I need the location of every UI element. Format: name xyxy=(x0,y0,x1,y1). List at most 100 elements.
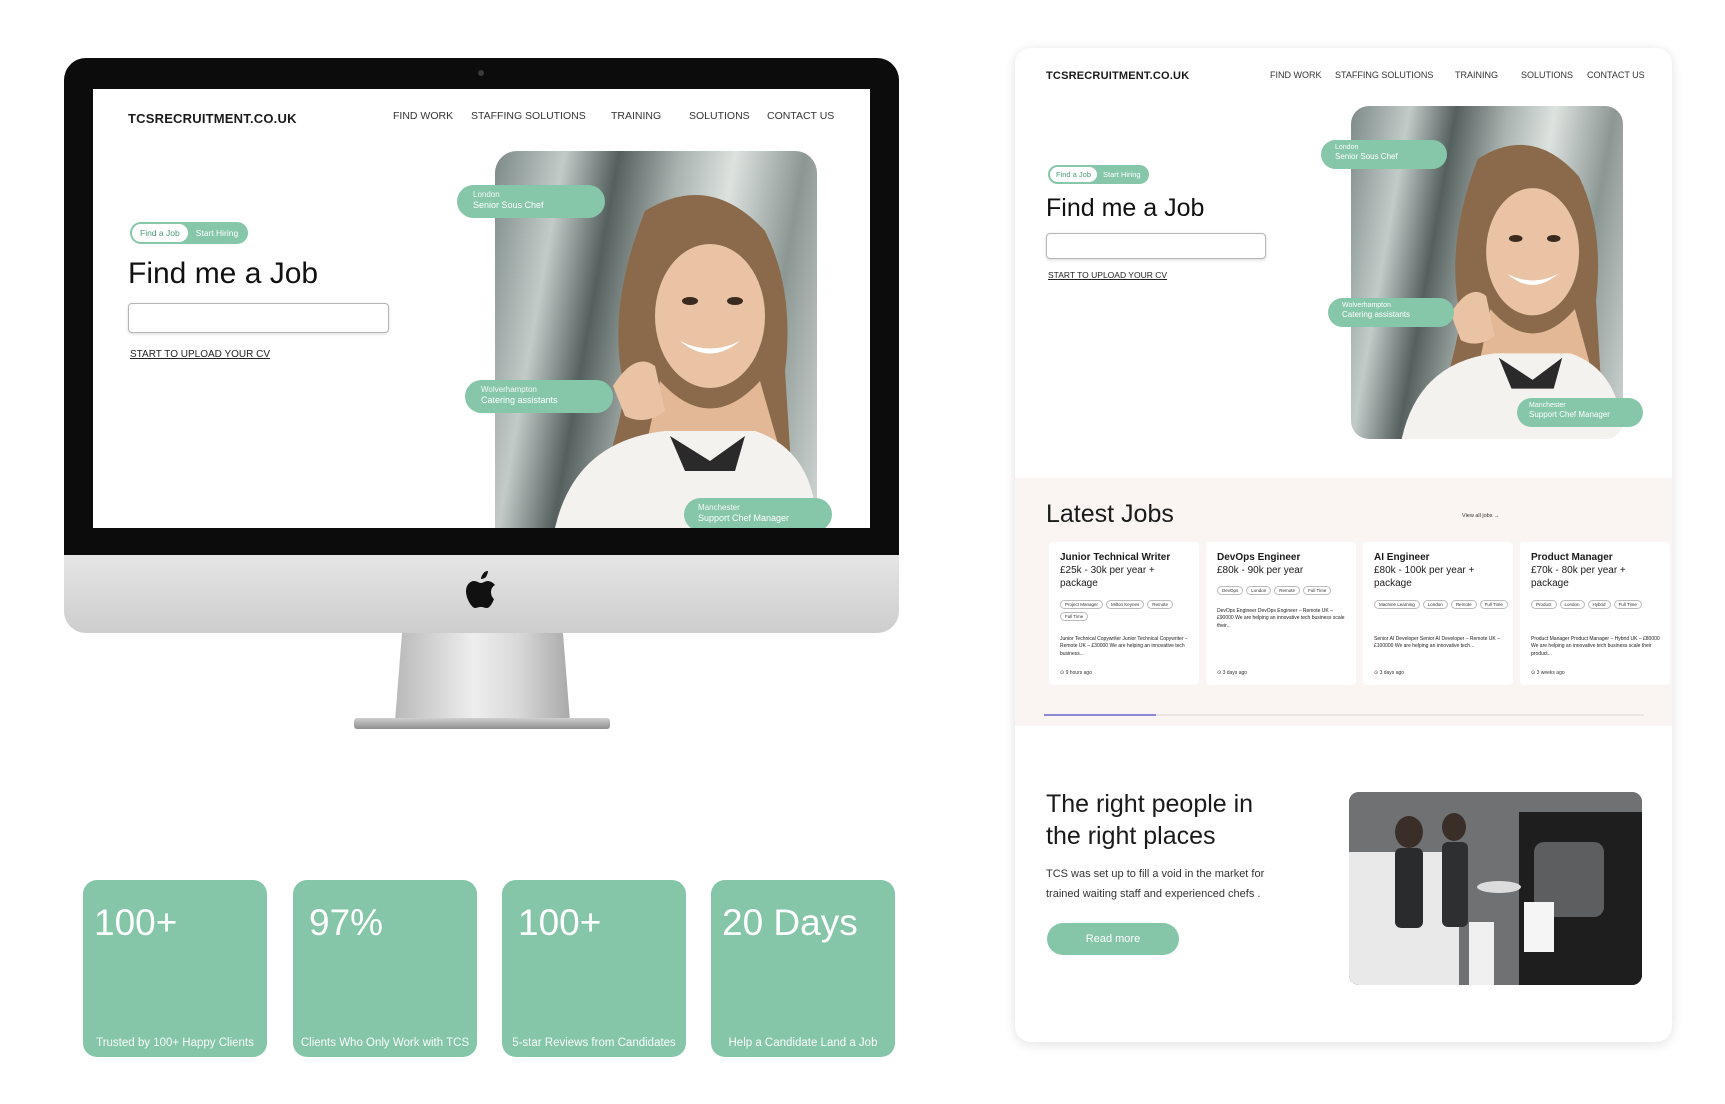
stat-caption: Trusted by 100+ Happy Clients xyxy=(96,1037,254,1049)
tag-wolverhampton[interactable]: Wolverhampton Catering assistants xyxy=(465,380,613,413)
tag-location: Wolverhampton xyxy=(1342,302,1391,309)
nav-staffing-solutions[interactable]: STAFFING SOLUTIONS xyxy=(471,110,611,122)
stat-value: 100+ xyxy=(518,902,602,943)
homepage-preview: TCSRECRUITMENT.CO.UK FIND WORK STAFFING … xyxy=(1015,48,1672,1042)
job-posted-time: ⊙ 3 days ago xyxy=(1374,670,1405,676)
waiters-photo xyxy=(1349,792,1642,985)
imac-screen: TCSRECRUITMENT.CO.UK FIND WORK STAFFING … xyxy=(93,89,870,528)
hero-title: Find me a Job xyxy=(128,257,319,290)
upload-cv-link[interactable]: START TO UPLOAD YOUR CV xyxy=(1048,270,1167,280)
job-card[interactable]: Junior Technical Writer £25k - 30k per y… xyxy=(1049,542,1199,685)
job-card[interactable]: Product Manager £70k - 80k per year + pa… xyxy=(1520,542,1670,685)
job-tags: Product London Hybrid Full Time xyxy=(1531,600,1666,609)
job-tag-chip: London xyxy=(1559,600,1585,609)
tag-role: Support Chef Manager xyxy=(1529,410,1610,420)
upload-cv-link[interactable]: START TO UPLOAD YOUR CV xyxy=(130,349,270,360)
tag-london[interactable]: London Senior Sous Chef xyxy=(1321,140,1447,169)
stat-card: 97% Clients Who Only Work with TCS xyxy=(293,880,477,1057)
jobs-carousel-progress[interactable] xyxy=(1044,714,1156,716)
stat-value: 97% xyxy=(309,902,384,943)
tag-role: Catering assistants xyxy=(1342,310,1411,320)
job-tags: Machine Learning London Remote Full Time xyxy=(1374,600,1509,609)
stat-caption: Help a Candidate Land a Job xyxy=(728,1037,878,1049)
job-title: Product Manager xyxy=(1531,552,1613,563)
tag-role: Catering assistants xyxy=(481,394,558,405)
job-salary: £80k - 100k per year + package xyxy=(1374,565,1475,589)
tag-wolverhampton[interactable]: Wolverhampton Catering assistants xyxy=(1328,298,1454,327)
main-nav: FIND WORK STAFFING SOLUTIONS TRAINING SO… xyxy=(1270,70,1645,80)
job-title: DevOps Engineer xyxy=(1217,552,1301,563)
brand-logo[interactable]: TCSRECRUITMENT.CO.UK xyxy=(1046,70,1189,82)
tab-start-hiring[interactable]: Start Hiring xyxy=(188,224,247,242)
nav-training[interactable]: TRAINING xyxy=(1455,70,1521,80)
job-tags: DevOps London Remote Full Time xyxy=(1217,586,1352,595)
tab-start-hiring[interactable]: Start Hiring xyxy=(1097,167,1147,182)
tag-london[interactable]: London Senior Sous Chef xyxy=(457,185,605,218)
tag-role: Senior Sous Chef xyxy=(1335,152,1398,162)
job-tag-chip: Full Time xyxy=(1303,586,1332,595)
imac-stand xyxy=(395,633,570,721)
job-posted-time: ⊙ 9 hours ago xyxy=(1060,670,1092,676)
stat-caption: Clients Who Only Work with TCS xyxy=(300,1037,470,1049)
about-title-line: the right places xyxy=(1046,822,1216,850)
job-description: Junior Technical Copywriter Junior Techn… xyxy=(1060,636,1188,657)
nav-contact-us[interactable]: CONTACT US xyxy=(1587,70,1645,80)
camera-icon xyxy=(478,70,484,76)
about-text-line: trained waiting staff and experienced ch… xyxy=(1046,888,1261,900)
nav-solutions[interactable]: SOLUTIONS xyxy=(1521,70,1587,80)
job-tag-chip: Project Manager xyxy=(1060,600,1104,609)
nav-find-work[interactable]: FIND WORK xyxy=(1270,70,1335,80)
job-search-input[interactable] xyxy=(1046,233,1266,259)
tag-location: Manchester xyxy=(698,503,740,512)
tag-manchester[interactable]: Manchester Support Chef Manager xyxy=(684,498,832,528)
job-card[interactable]: DevOps Engineer £80k - 90k per year DevO… xyxy=(1206,542,1356,685)
job-tag-chip: Full Time xyxy=(1060,612,1089,621)
nav-find-work[interactable]: FIND WORK xyxy=(393,110,471,122)
job-search-input[interactable] xyxy=(128,303,389,333)
tag-location: London xyxy=(1335,144,1359,151)
job-salary: £70k - 80k per year + package xyxy=(1531,565,1626,589)
job-card[interactable]: AI Engineer £80k - 100k per year + packa… xyxy=(1363,542,1513,685)
stat-caption: 5-star Reviews from Candidates xyxy=(512,1037,676,1049)
job-tag-chip: Milton Keynes xyxy=(1106,600,1145,609)
job-tags: Project Manager Milton Keynes Remote Ful… xyxy=(1060,600,1195,621)
job-tag-chip: Remote xyxy=(1274,586,1301,595)
tab-find-a-job[interactable]: Find a Job xyxy=(132,224,188,242)
hero-title: Find me a Job xyxy=(1046,194,1205,222)
tag-manchester[interactable]: Manchester Support Chef Manager xyxy=(1517,398,1643,427)
about-text-line: TCS was set up to fill a void in the mar… xyxy=(1046,868,1265,880)
about-title: The right people in the right places xyxy=(1046,788,1253,852)
nav-training[interactable]: TRAINING xyxy=(611,110,689,122)
job-description: DevOps Engineer DevOps Engineer – Remote… xyxy=(1217,608,1345,629)
tag-location: London xyxy=(473,190,500,199)
imac-base xyxy=(354,718,610,729)
job-tag-chip: Full Time xyxy=(1613,600,1642,609)
apple-logo-icon xyxy=(466,571,495,608)
main-nav: FIND WORK STAFFING SOLUTIONS TRAINING SO… xyxy=(393,110,834,122)
job-tag-chip: Machine Learning xyxy=(1374,600,1420,609)
stat-value: 20 Days xyxy=(722,902,858,943)
imac-chin xyxy=(64,555,899,633)
nav-staffing-solutions[interactable]: STAFFING SOLUTIONS xyxy=(1335,70,1455,80)
job-description: Product Manager Product Manager – Hybrid… xyxy=(1531,636,1660,657)
tab-find-a-job[interactable]: Find a Job xyxy=(1050,167,1098,182)
view-all-jobs-link[interactable]: View all jobs → xyxy=(1462,513,1500,519)
tag-location: Manchester xyxy=(1529,402,1566,409)
stat-card: 20 Days Help a Candidate Land a Job xyxy=(711,880,895,1057)
nav-solutions[interactable]: SOLUTIONS xyxy=(689,110,767,122)
stat-value: 100+ xyxy=(94,902,178,943)
brand-logo[interactable]: TCSRECRUITMENT.CO.UK xyxy=(128,111,297,126)
latest-jobs-title: Latest Jobs xyxy=(1046,500,1174,528)
read-more-button[interactable]: Read more xyxy=(1047,923,1179,955)
job-posted-time: ⊙ 3 weeks ago xyxy=(1531,670,1565,676)
job-tag-chip: Full Time xyxy=(1479,600,1508,609)
job-tag-chip: London xyxy=(1422,600,1448,609)
job-title: Junior Technical Writer xyxy=(1060,552,1171,563)
job-title: AI Engineer xyxy=(1374,552,1430,563)
nav-contact-us[interactable]: CONTACT US xyxy=(767,110,834,122)
tag-role: Senior Sous Chef xyxy=(473,199,544,210)
job-tag-chip: DevOps xyxy=(1217,586,1244,595)
job-tag-chip: Remote xyxy=(1147,600,1174,609)
job-tag-chip: Remote xyxy=(1450,600,1477,609)
stat-card: 100+ Trusted by 100+ Happy Clients xyxy=(83,880,267,1057)
